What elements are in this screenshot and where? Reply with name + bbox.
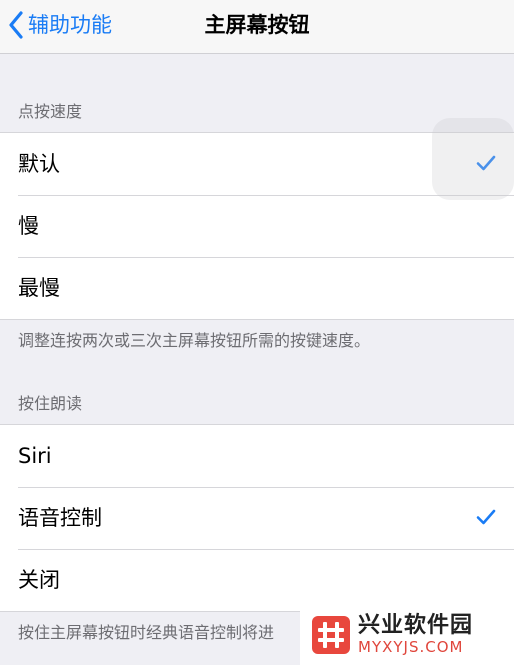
option-default[interactable]: 默认 bbox=[0, 133, 514, 195]
checkmark-icon bbox=[476, 509, 496, 525]
option-slowest[interactable]: 最慢 bbox=[0, 257, 514, 319]
click-speed-footer: 调整连按两次或三次主屏幕按钮所需的按键速度。 bbox=[18, 331, 371, 350]
watermark-name: 兴业软件园 bbox=[358, 613, 474, 638]
option-label: 最慢 bbox=[18, 276, 60, 300]
watermark: 兴业软件园 MYXYJS.COM bbox=[300, 605, 514, 665]
option-off[interactable]: 关闭 bbox=[0, 549, 514, 611]
page-title: 主屏幕按钮 bbox=[204, 13, 310, 37]
section-header-click-speed: 点按速度 bbox=[18, 102, 83, 121]
option-siri[interactable]: Siri bbox=[0, 425, 514, 487]
option-voice-control[interactable]: 语音控制 bbox=[0, 487, 514, 549]
section-header-press-to-speak: 按住朗读 bbox=[18, 394, 83, 413]
navigation-bar: 辅助功能 主屏幕按钮 bbox=[0, 0, 514, 54]
option-label: 语音控制 bbox=[18, 506, 102, 530]
option-slow[interactable]: 慢 bbox=[0, 195, 514, 257]
watermark-domain: MYXYJS.COM bbox=[358, 638, 464, 656]
option-label: Siri bbox=[18, 444, 52, 468]
option-label: 慢 bbox=[18, 214, 39, 238]
press-to-speak-group: Siri 语音控制 关闭 bbox=[0, 424, 514, 612]
option-label: 默认 bbox=[18, 152, 60, 176]
hash-logo-icon bbox=[312, 616, 350, 654]
click-speed-group: 默认 慢 最慢 bbox=[0, 132, 514, 320]
option-label: 关闭 bbox=[18, 568, 60, 592]
checkmark-icon bbox=[476, 155, 496, 171]
